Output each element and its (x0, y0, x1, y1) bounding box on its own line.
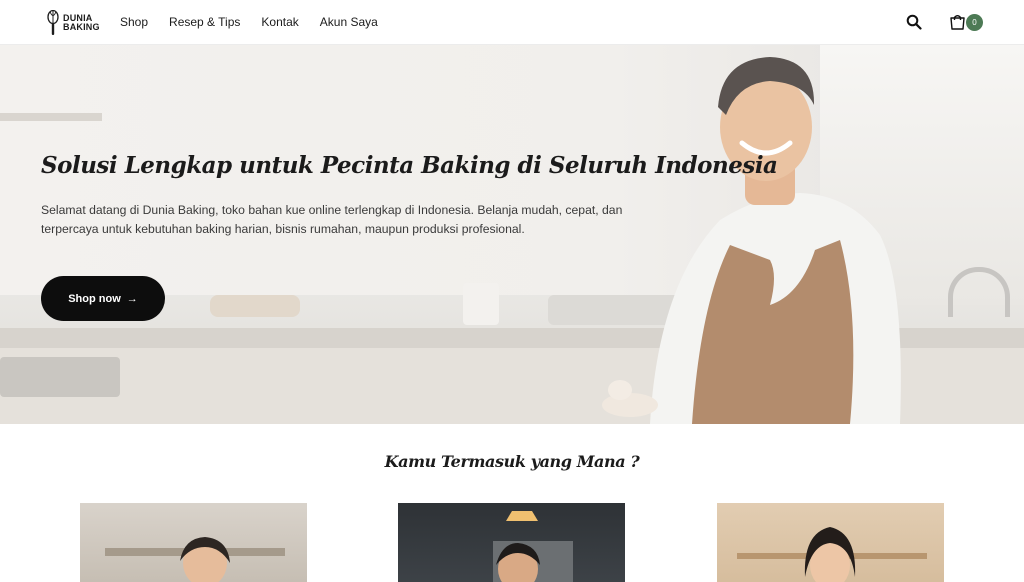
nav-akun-saya[interactable]: Akun Saya (320, 15, 378, 29)
logo-text: DUNIA BAKING (63, 14, 100, 32)
shop-now-label: Shop now (68, 292, 121, 305)
cart-icon[interactable] (949, 13, 966, 31)
card-image-2 (493, 511, 573, 582)
hero-background-faucet (948, 267, 1010, 317)
hero-background-stove (0, 357, 120, 397)
hero-background-board (210, 295, 300, 317)
whisk-icon (47, 10, 59, 35)
section-title: Kamu Termasuk yang Mana ? (384, 452, 640, 471)
nav-resep-tips[interactable]: Resep & Tips (169, 15, 240, 29)
site-logo[interactable]: DUNIA BAKING (46, 10, 100, 36)
shop-now-button[interactable]: Shop now → (41, 276, 165, 321)
cart-count-badge: 0 (966, 14, 983, 31)
hero-banner: Solusi Lengkap untuk Pecinta Baking di S… (0, 45, 1024, 424)
hero-description: Selamat datang di Dunia Baking, toko bah… (41, 203, 623, 236)
hero-background-jar (463, 283, 499, 325)
site-header: DUNIA BAKING Shop Resep & Tips Kontak Ak… (0, 0, 1024, 45)
nav-shop[interactable]: Shop (120, 15, 148, 29)
category-card-home-baker[interactable] (80, 503, 307, 582)
card-image-3 (737, 527, 927, 582)
search-icon[interactable] (906, 14, 922, 30)
category-card-professional[interactable] (717, 503, 944, 582)
logo-line-2: BAKING (63, 22, 100, 32)
hero-background-shelf (0, 113, 102, 121)
arrow-right-icon: → (126, 292, 138, 305)
card-image-1 (105, 537, 285, 582)
main-nav: Shop Resep & Tips Kontak Akun Saya (120, 15, 399, 29)
hero-title: Solusi Lengkap untuk Pecinta Baking di S… (41, 152, 778, 179)
category-card-business[interactable] (398, 503, 625, 582)
nav-kontak[interactable]: Kontak (261, 15, 298, 29)
